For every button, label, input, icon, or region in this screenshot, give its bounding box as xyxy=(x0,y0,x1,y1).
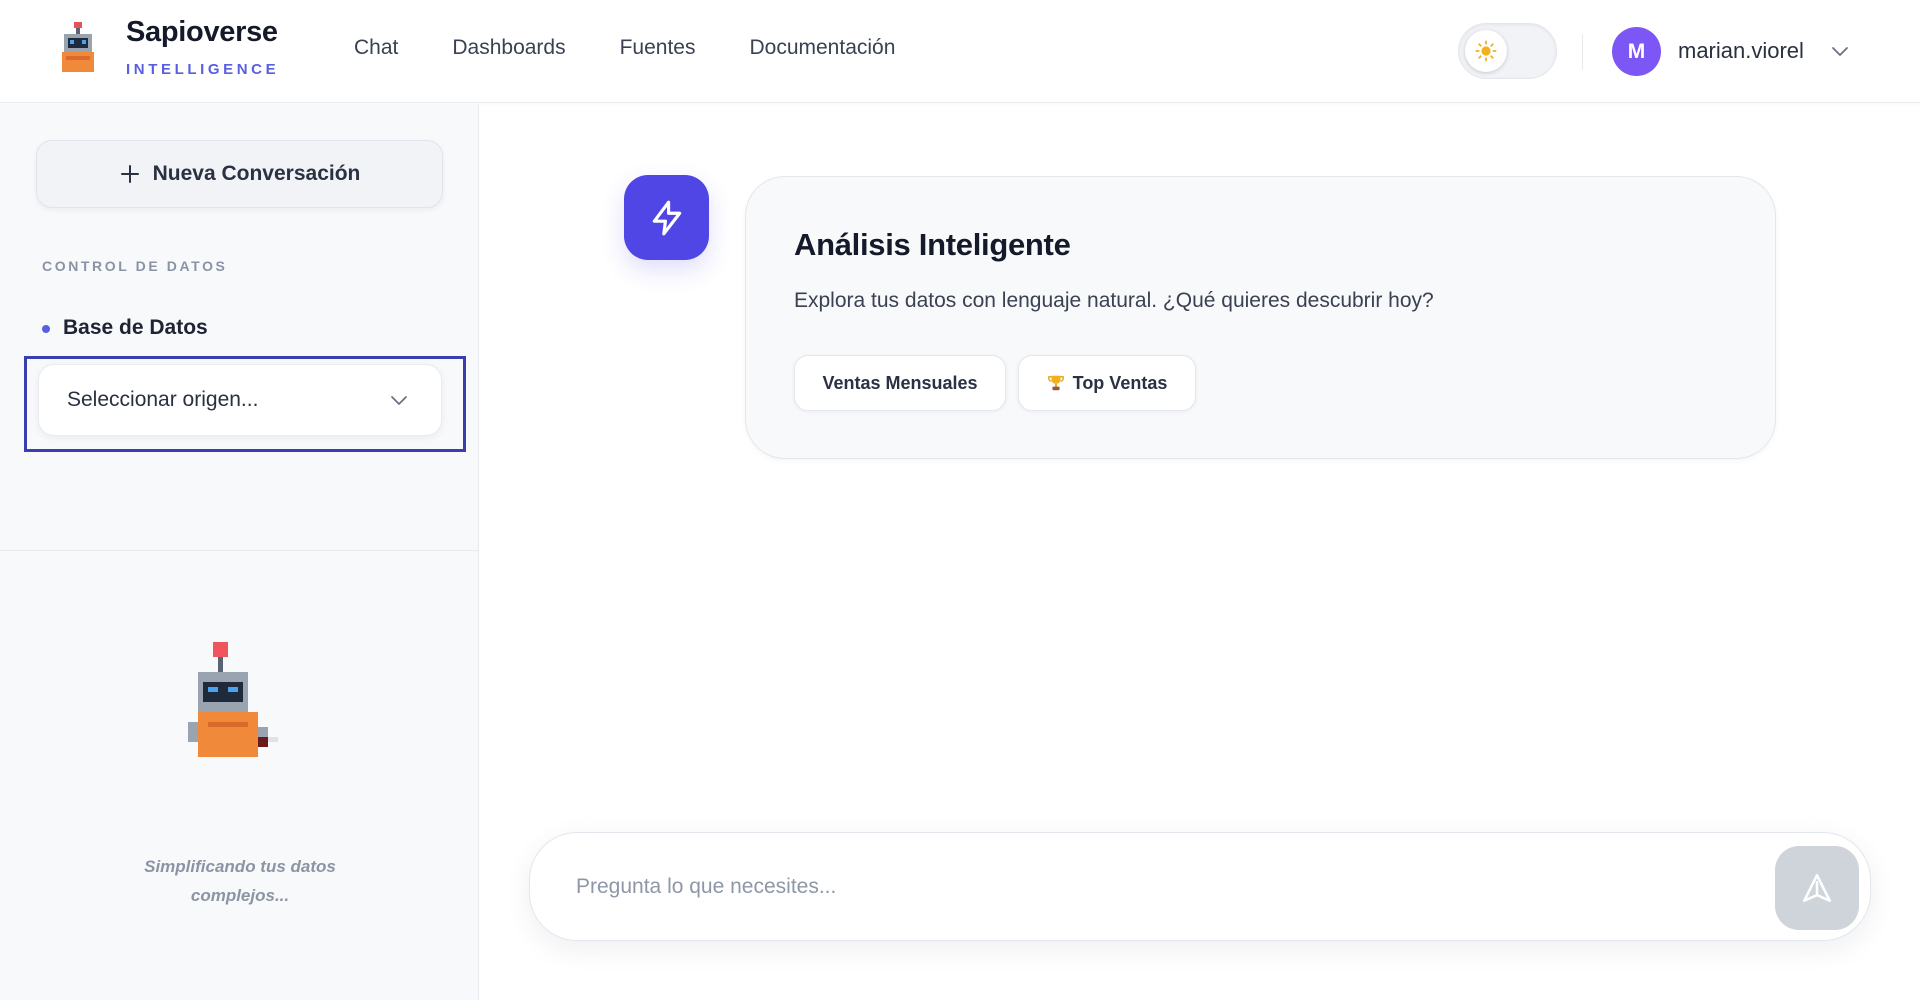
user-avatar[interactable]: M xyxy=(1612,27,1661,76)
chip-label: Top Ventas xyxy=(1072,372,1168,393)
suggestion-chip-monthly-sales[interactable]: Ventas Mensuales xyxy=(794,355,1006,411)
new-conversation-label: Nueva Conversación xyxy=(152,162,361,185)
card-title: Análisis Inteligente xyxy=(794,227,1071,262)
robot-logo-icon xyxy=(62,22,94,72)
robot-mascot-icon xyxy=(188,642,278,757)
top-header: Sapioverse INTELLIGENCE Chat Dashboards … xyxy=(0,0,1920,103)
nav-item-documentacion[interactable]: Documentación xyxy=(749,36,895,60)
sun-icon xyxy=(1475,40,1497,62)
brand-name: Sapioverse xyxy=(126,16,278,48)
plus-icon xyxy=(120,165,139,183)
nav-item-dashboards[interactable]: Dashboards xyxy=(452,36,565,60)
lightning-icon xyxy=(652,200,681,235)
sidebar: Nueva Conversación CONTROL DE DATOS Base… xyxy=(0,104,479,1000)
user-name[interactable]: marian.viorel xyxy=(1678,38,1804,64)
chip-label: Ventas Mensuales xyxy=(822,372,978,393)
database-label: Base de Datos xyxy=(63,316,208,339)
message-composer xyxy=(529,832,1871,941)
nav-item-fuentes[interactable]: Fuentes xyxy=(620,36,696,60)
select-value: Seleccionar origen... xyxy=(67,388,259,411)
sidebar-tagline: Simplificando tus datos complejos... xyxy=(144,857,336,905)
nav-item-chat[interactable]: Chat xyxy=(354,36,398,60)
send-button[interactable] xyxy=(1775,846,1859,930)
trophy-icon xyxy=(1047,375,1064,391)
welcome-card: Análisis Inteligente Explora tus datos c… xyxy=(745,176,1776,459)
suggestion-chip-top-sales[interactable]: Top Ventas xyxy=(1018,355,1196,411)
status-dot xyxy=(42,325,50,333)
chevron-down-icon xyxy=(391,396,407,405)
assistant-avatar xyxy=(624,175,709,260)
header-divider xyxy=(1582,34,1583,70)
section-label-data-control: CONTROL DE DATOS xyxy=(42,258,228,274)
main-nav: Chat Dashboards Fuentes Documentación xyxy=(354,36,895,60)
toggle-knob xyxy=(1465,30,1507,72)
send-icon xyxy=(1802,873,1832,903)
message-input[interactable] xyxy=(576,861,1726,913)
new-conversation-button[interactable]: Nueva Conversación xyxy=(36,140,443,208)
theme-toggle[interactable] xyxy=(1458,23,1557,79)
brand-subtitle: INTELLIGENCE xyxy=(126,61,280,78)
chevron-down-icon[interactable] xyxy=(1830,42,1850,62)
card-description: Explora tus datos con lenguaje natural. … xyxy=(794,289,1434,312)
sidebar-divider xyxy=(0,550,479,551)
data-source-select[interactable]: Seleccionar origen... xyxy=(38,364,442,436)
